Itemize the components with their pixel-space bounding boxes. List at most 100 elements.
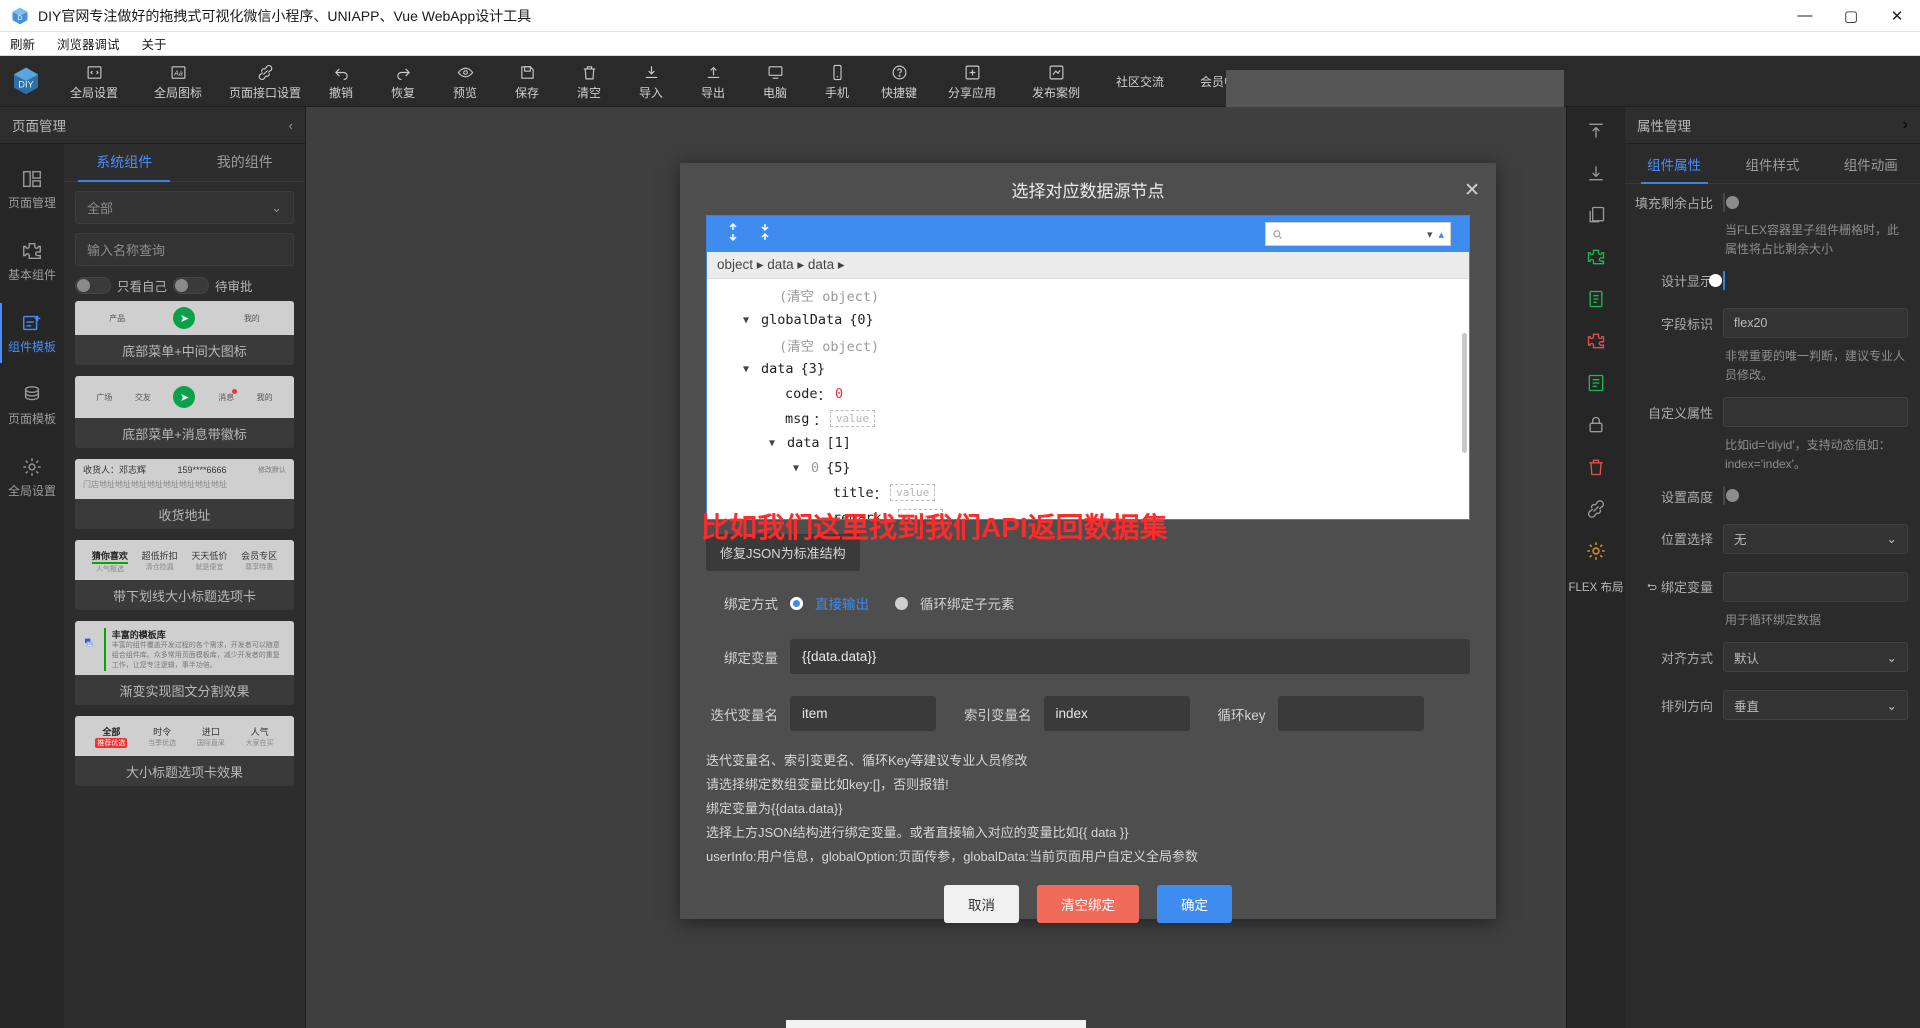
toolbar-item-community[interactable]: 社区交流: [1098, 71, 1182, 92]
puzzle-green-icon[interactable]: [1580, 241, 1612, 273]
chevron-down-icon[interactable]: ▼: [743, 315, 755, 326]
sidebar-item-basic-components[interactable]: 基本组件: [0, 225, 64, 297]
chevron-down-icon[interactable]: ▾: [1427, 228, 1433, 241]
toggle-design-display[interactable]: [1723, 270, 1725, 290]
tree-node[interactable]: title ： value: [707, 481, 1469, 506]
menu-item-refresh[interactable]: 刷新: [6, 32, 39, 55]
sidebar-item-page-manage[interactable]: 页面管理: [0, 153, 64, 225]
mini-label: 我的: [256, 392, 273, 402]
list-item[interactable]: 收货人：邓志辉 159****6666 修改默认 门店地址地址地址地址地址地址地…: [75, 459, 294, 529]
toolbar-item-preview[interactable]: 预览: [434, 60, 496, 103]
close-icon[interactable]: ✕: [1464, 179, 1480, 202]
category-select[interactable]: 全部 ⌄: [75, 191, 294, 224]
align-top-icon[interactable]: [1580, 115, 1612, 147]
align-bottom-icon[interactable]: [1580, 157, 1612, 189]
tree-node[interactable]: code ： 0: [707, 382, 1469, 407]
lock-icon[interactable]: [1580, 409, 1612, 441]
toolbar-item-redo[interactable]: 恢复: [372, 60, 434, 103]
scrollbar-thumb[interactable]: [1462, 333, 1467, 453]
radio-direct-output[interactable]: [790, 596, 803, 610]
design-canvas[interactable]: 选择对应数据源节点 ✕ ▾ ▴ object ▸ data ▸ data ▸ (…: [306, 107, 1566, 1028]
chevron-down-icon[interactable]: ▼: [743, 364, 755, 375]
chevron-down-icon[interactable]: ▼: [769, 438, 781, 449]
toggle-only-mine[interactable]: [75, 277, 111, 294]
tree-node[interactable]: ▼ 0 {5}: [707, 456, 1469, 481]
list-item[interactable]: 广场 交友 ➤ 消息 我的 底部菜单+消息带徽标: [75, 376, 294, 448]
tree-node[interactable]: msg ： value: [707, 406, 1469, 431]
tab-component-properties[interactable]: 组件属性: [1625, 144, 1723, 184]
toolbar-item-export[interactable]: 导出: [682, 60, 744, 103]
cancel-button[interactable]: 取消: [944, 885, 1019, 924]
toolbar-item-shortcuts[interactable]: 快捷键: [868, 60, 930, 103]
json-tree[interactable]: (清空 object) ▼ globalData {0} (清空 object)…: [707, 279, 1469, 519]
custom-attr-input[interactable]: [1723, 397, 1908, 428]
tree-node[interactable]: (清空 object): [707, 332, 1469, 357]
loop-key-input[interactable]: [1277, 696, 1424, 731]
toolbar-item-share-app[interactable]: 分享应用: [930, 60, 1014, 103]
list-item[interactable]: 猜你喜欢 人气甄选 超低折扣 清仓捡漏 天天低价 就是便宜 会员专区 尊享特惠 …: [75, 540, 294, 610]
tab-component-animation[interactable]: 组件动画: [1822, 144, 1920, 183]
toolbar-item-import[interactable]: 导入: [620, 60, 682, 103]
list-item[interactable]: 产品 ➤ 我的 底部菜单+中间大图标: [75, 301, 294, 365]
close-button[interactable]: ✕: [1874, 0, 1920, 32]
direction-select[interactable]: 垂直 ⌄: [1723, 690, 1908, 721]
edit-icon[interactable]: [1580, 367, 1612, 399]
tree-node-value[interactable]: value: [890, 484, 936, 502]
toggle-pending-approval[interactable]: [173, 277, 210, 294]
list-item[interactable]: 丰富的模板库 丰富的组件覆盖开发过程的各个需求，开发者可以随意组合组件库。众多常…: [75, 621, 294, 705]
gear-red-icon[interactable]: [1580, 535, 1612, 567]
tree-node-value[interactable]: value: [829, 410, 876, 428]
clear-binding-button[interactable]: 清空绑定: [1037, 885, 1139, 924]
field-id-input[interactable]: flex20: [1723, 308, 1908, 339]
confirm-button[interactable]: 确定: [1157, 885, 1232, 924]
chevron-down-icon[interactable]: ▼: [793, 463, 805, 474]
bind-variable-input[interactable]: [1723, 571, 1908, 602]
json-search-input[interactable]: ▾ ▴: [1265, 222, 1451, 246]
right-panel-collapse-icon[interactable]: ›: [1903, 116, 1908, 134]
toolbar-item-clear[interactable]: 清空: [558, 60, 620, 103]
tab-system-components[interactable]: 系统组件: [64, 152, 185, 182]
tab-component-styles[interactable]: 组件样式: [1723, 144, 1821, 183]
toggle-fill-remaining[interactable]: [1723, 192, 1725, 212]
template-icon: [23, 315, 41, 330]
search-input[interactable]: 输入名称查询: [75, 233, 294, 266]
left-panel-collapse-icon[interactable]: ‹: [289, 118, 293, 133]
position-select[interactable]: 无 ⌄: [1723, 523, 1908, 554]
sidebar-item-page-template[interactable]: 页面模板: [0, 369, 64, 441]
expand-all-icon[interactable]: [725, 222, 741, 246]
tree-node[interactable]: ▼ globalData {0}: [707, 308, 1469, 333]
minimize-button[interactable]: —: [1782, 0, 1828, 32]
radio-loop-bind-child[interactable]: [895, 596, 908, 610]
tab-my-components[interactable]: 我的组件: [185, 152, 306, 181]
toolbar-item-mobile[interactable]: 手机: [806, 60, 868, 103]
list-item[interactable]: 全部 推荐优选 时令 当季优选 进口 国际直采 人气 大家在买 大小标题选项卡效…: [75, 716, 294, 786]
toolbar-item-save[interactable]: 保存: [496, 60, 558, 103]
index-var-input[interactable]: index: [1043, 696, 1190, 731]
puzzle-red-icon[interactable]: [1580, 325, 1612, 357]
sidebar-item-global-settings[interactable]: 全局设置: [0, 441, 64, 513]
menu-item-about[interactable]: 关于: [138, 32, 171, 55]
toolbar-item-page-api-settings[interactable]: 页面接口设置: [220, 60, 310, 103]
delete-icon[interactable]: [1580, 451, 1612, 483]
bind-var-input[interactable]: {{data.data}}: [790, 639, 1470, 674]
toolbar-item-desktop[interactable]: 电脑: [744, 60, 806, 103]
toolbar-item-publish-case[interactable]: 发布案例: [1014, 60, 1098, 103]
sidebar-item-component-template[interactable]: 组件模板: [0, 297, 64, 369]
toolbar-item-global-settings[interactable]: 全局设置: [52, 60, 136, 103]
chevron-up-icon[interactable]: ▴: [1438, 228, 1444, 241]
copy-icon[interactable]: [1580, 199, 1612, 231]
tree-node[interactable]: ▼ data {3}: [707, 357, 1469, 382]
toolbar-logo-icon: DIY: [0, 65, 52, 97]
list-icon[interactable]: [1580, 283, 1612, 315]
toggle-set-height[interactable]: [1723, 486, 1725, 506]
tree-node[interactable]: ▼ data [1]: [707, 431, 1469, 456]
menu-item-browser-debug[interactable]: 浏览器调试: [53, 32, 124, 55]
toolbar-item-global-icons[interactable]: Aa 全局图标: [136, 60, 220, 103]
iter-var-input[interactable]: item: [790, 696, 936, 731]
align-select[interactable]: 默认 ⌄: [1723, 642, 1908, 673]
collapse-all-icon[interactable]: [757, 223, 773, 246]
maximize-button[interactable]: ▢: [1828, 0, 1874, 32]
toolbar-item-undo[interactable]: 撤销: [310, 60, 372, 103]
link-icon[interactable]: [1580, 493, 1612, 525]
tree-node[interactable]: (清空 object): [707, 283, 1469, 308]
